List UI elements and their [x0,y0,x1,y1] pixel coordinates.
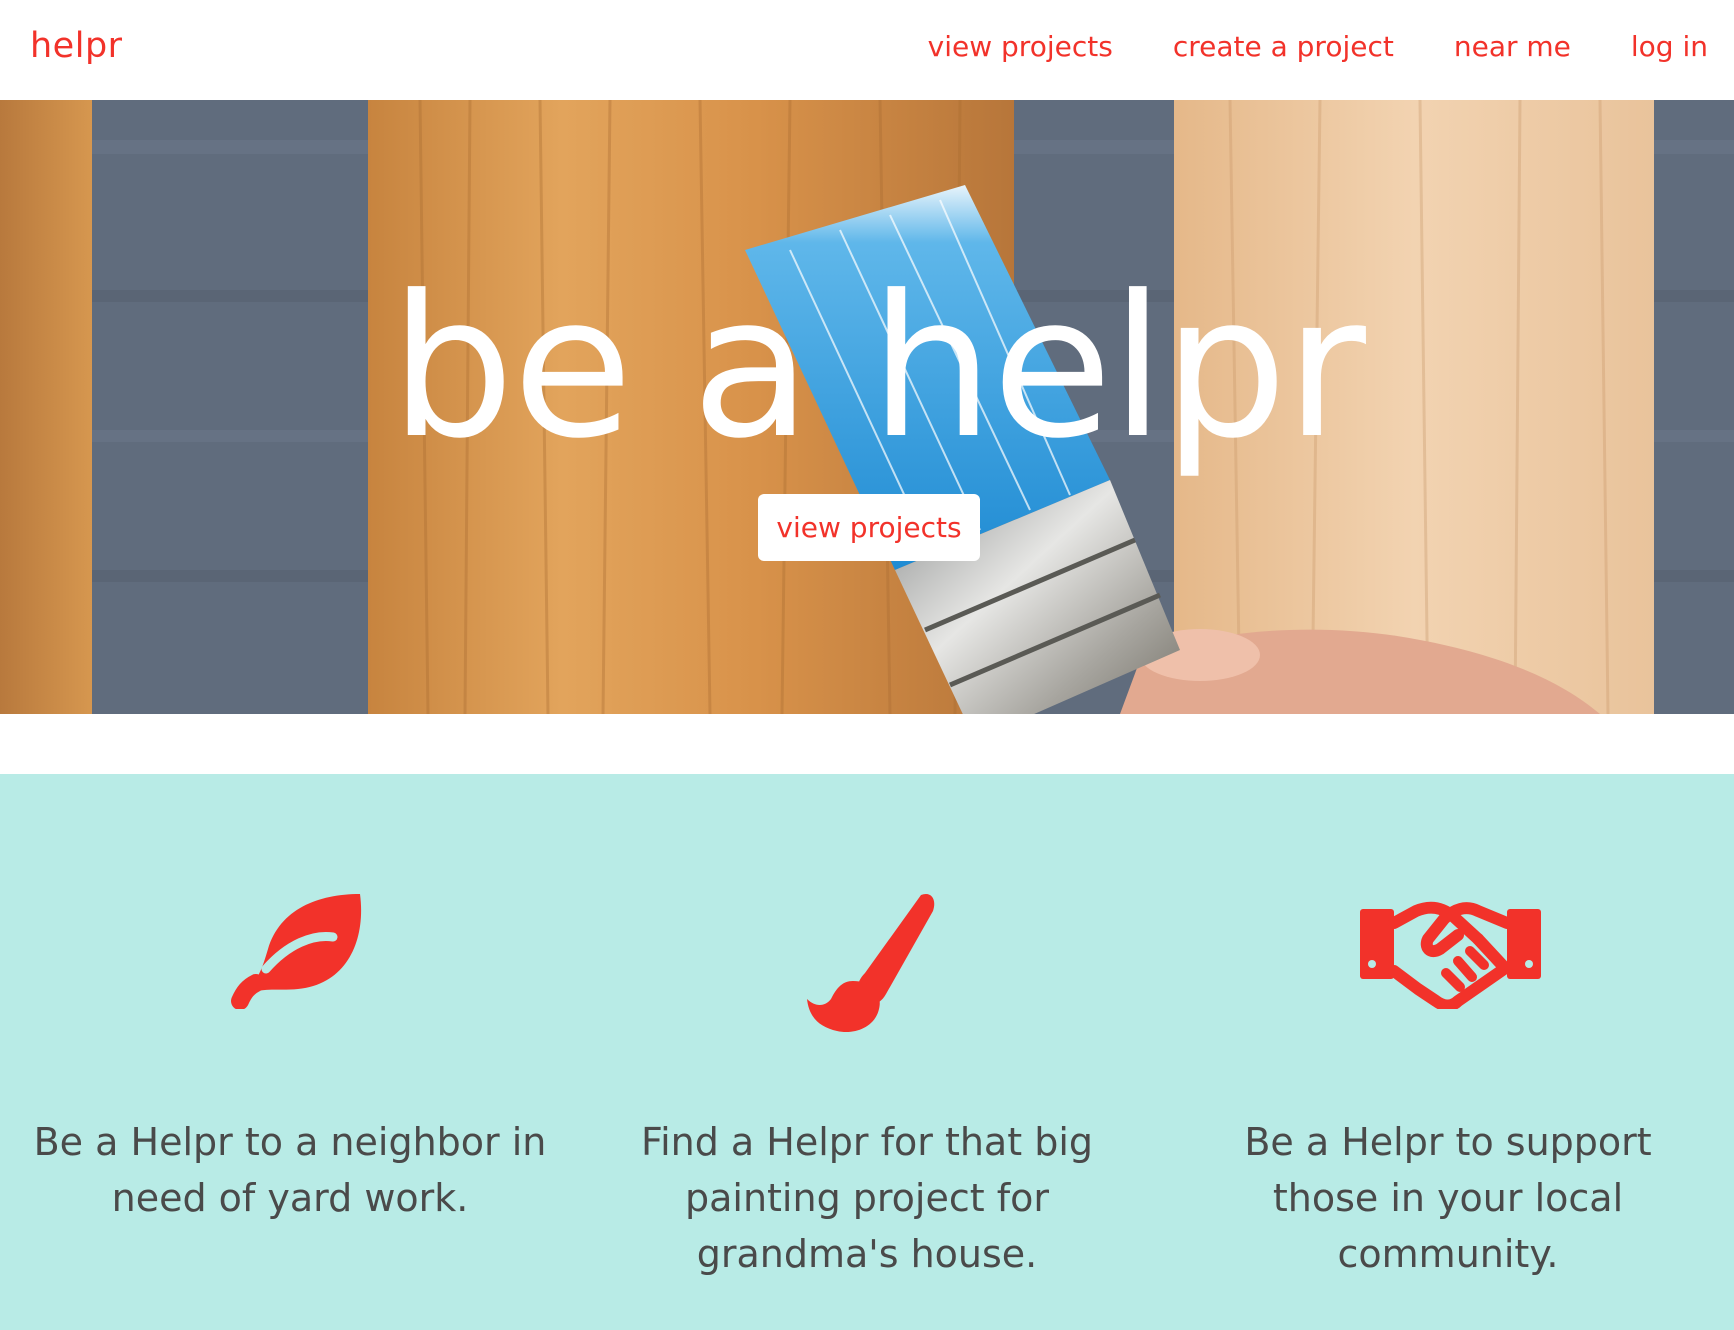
nav-create-project-link[interactable]: create a project [1173,30,1394,63]
leaf-icon [218,889,368,1013]
feature-painting-text: Find a Helpr for that big painting proje… [640,1120,1093,1276]
handshake-icon [1358,889,1543,1013]
nav-near-me-link[interactable]: near me [1454,30,1571,63]
hero-banner: be a helpr view projects [0,100,1734,714]
brand-logo[interactable]: helpr [30,26,123,66]
features-section: Be a Helpr to a neighbor in need of yard… [0,774,1734,1330]
nav-view-projects-link[interactable]: view projects [928,30,1113,63]
top-nav: helpr view projects create a project nea… [0,0,1734,100]
feature-community-text: Be a Helpr to support those in your loca… [1244,1120,1652,1276]
feature-yard-work-text: Be a Helpr to a neighbor in need of yard… [33,1120,547,1220]
nav-log-in-link[interactable]: log in [1631,30,1708,63]
paintbrush-icon [791,889,941,1038]
hero-view-projects-button[interactable]: view projects [758,494,980,561]
nav-links: view projects create a project near me l… [868,30,1708,63]
hero-title: be a helpr [390,254,1366,482]
